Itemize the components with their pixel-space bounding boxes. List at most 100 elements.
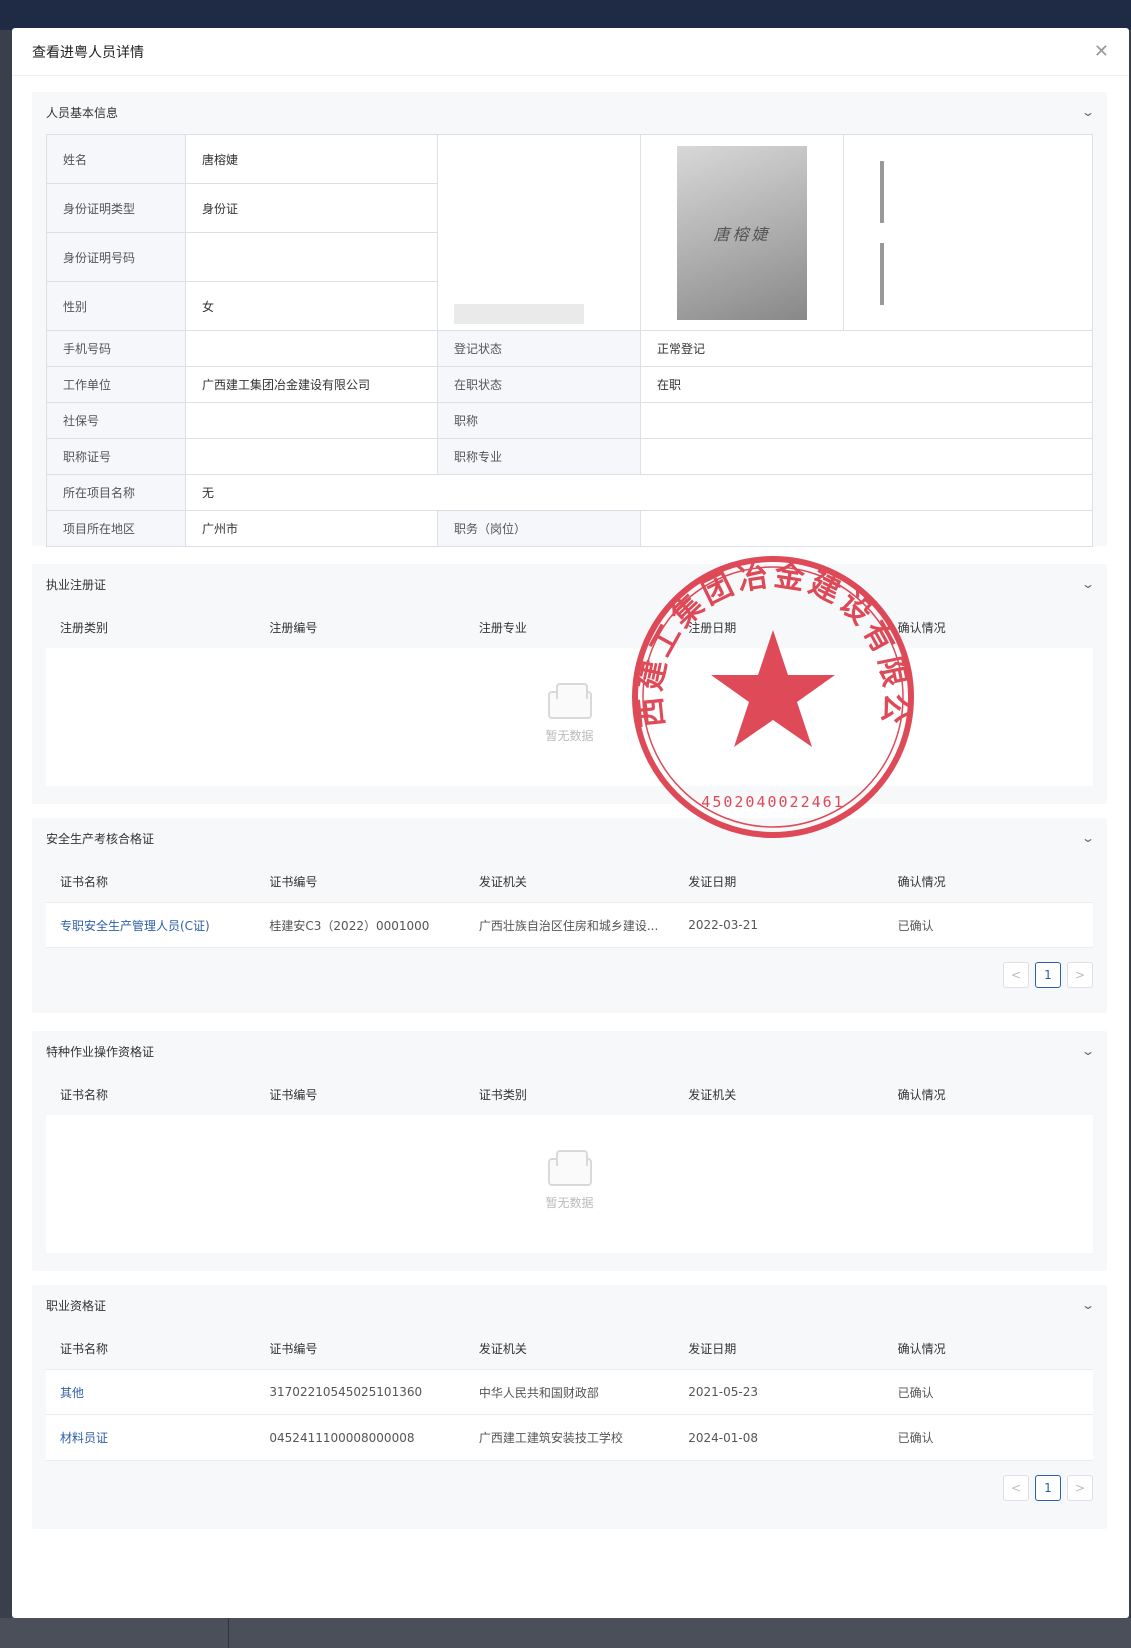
pagination: < 1 > [1003, 1475, 1093, 1501]
column-header: 证书名称 [60, 1087, 109, 1102]
inbox-icon [547, 1149, 592, 1186]
name-label: 姓名 [46, 134, 186, 184]
chevron-down-icon[interactable]: ⌄ [1081, 831, 1095, 845]
reg-status-label: 登记状态 [437, 330, 641, 367]
page-number-button[interactable]: 1 [1035, 1475, 1061, 1501]
idno-value [185, 232, 438, 282]
cert-number: 0452411100008000008 [269, 1430, 415, 1445]
table-row: 材料员证 0452411100008000008 广西建工建筑安装技工学校 20… [46, 1415, 1093, 1461]
name-value: 唐榕婕 [185, 134, 438, 184]
empty-text: 暂无数据 [545, 728, 594, 743]
column-header: 发证日期 [688, 874, 737, 889]
cert-name-link[interactable]: 材料员证 [46, 1429, 255, 1446]
chevron-down-icon[interactable]: ⌄ [1081, 105, 1095, 119]
title-major-value [640, 438, 1093, 475]
title-value [640, 402, 1093, 439]
signature-photo: 唐榕婕 [677, 145, 807, 320]
region-value: 广州市 [185, 510, 438, 547]
chevron-down-icon[interactable]: ⌄ [1081, 1298, 1095, 1312]
cert-number: 桂建安C3（2022）0001000 [269, 918, 430, 933]
column-header: 注册日期 [688, 620, 737, 635]
column-header: 证书名称 [60, 1341, 109, 1356]
cert-name-link[interactable]: 其他 [46, 1384, 255, 1401]
empty-text: 暂无数据 [545, 1195, 594, 1210]
redacted-block [454, 304, 584, 324]
special-cert-header[interactable]: 特种作业操作资格证 ⌄ [32, 1031, 1107, 1071]
section-title: 人员基本信息 [46, 105, 119, 120]
idtype-label: 身份证明类型 [46, 183, 186, 233]
basic-info-section: 人员基本信息 ⌄ 姓名 唐榕婕 唐榕婕 身份证明类型 身份证 身份证明号码 性别… [32, 92, 1107, 547]
title-major-label: 职称专业 [437, 438, 641, 475]
professional-table-header: 证书名称 证书编号 发证机关 发证日期 确认情况 [46, 1327, 1093, 1369]
registration-section: 执业注册证 ⌄ 注册类别 注册编号 注册专业 注册日期 确认情况 暂无数据 [32, 564, 1107, 804]
title-label: 职称 [437, 402, 641, 439]
id-photo-cell: 唐榕婕 [640, 134, 844, 331]
idno-label: 身份证明号码 [46, 232, 186, 282]
idtype-value: 身份证 [185, 183, 438, 233]
person-detail-modal: 查看进粤人员详情 ✕ 人员基本信息 ⌄ 姓名 唐榕婕 唐榕婕 身份证明类型 身份… [12, 28, 1129, 1618]
special-cert-section: 特种作业操作资格证 ⌄ 证书名称 证书编号 证书类别 发证机关 确认情况 暂无数… [32, 1031, 1107, 1271]
special-table-header: 证书名称 证书编号 证书类别 发证机关 确认情况 [46, 1073, 1093, 1115]
cert-issuer: 中华人民共和国财政部 [478, 1385, 599, 1400]
column-header: 证书编号 [269, 1341, 318, 1356]
cert-issuer: 广西壮族自治区住房和城乡建设... [478, 918, 659, 933]
cert-name-link[interactable]: 专职安全生产管理人员(C证) [46, 917, 255, 934]
reg-status-value: 正常登记 [640, 330, 1093, 367]
region-label: 项目所在地区 [46, 510, 186, 547]
professional-cert-header[interactable]: 职业资格证 ⌄ [32, 1285, 1107, 1325]
job-status-label: 在职状态 [437, 366, 641, 403]
table-row: 专职安全生产管理人员(C证) 桂建安C3（2022）0001000 广西壮族自治… [46, 902, 1093, 948]
extra-photo-cell [843, 134, 1093, 331]
project-label: 所在项目名称 [46, 474, 186, 511]
column-header: 确认情况 [897, 1087, 946, 1102]
gender-label: 性别 [46, 281, 186, 331]
section-title: 执业注册证 [46, 577, 107, 592]
registration-header[interactable]: 执业注册证 ⌄ [32, 564, 1107, 604]
prev-page-button[interactable]: < [1003, 962, 1029, 988]
background-page-header [0, 0, 1131, 30]
column-header: 发证机关 [478, 874, 527, 889]
chevron-down-icon[interactable]: ⌄ [1081, 1044, 1095, 1058]
column-header: 证书类别 [478, 1087, 527, 1102]
empty-state: 暂无数据 [46, 1115, 1093, 1253]
background-page-footer [0, 1618, 1131, 1648]
chevron-down-icon[interactable]: ⌄ [1081, 577, 1095, 591]
column-header: 注册编号 [269, 620, 318, 635]
project-value: 无 [185, 474, 1093, 511]
photo-placeholder [860, 160, 1076, 305]
professional-cert-section: 职业资格证 ⌄ 证书名称 证书编号 发证机关 发证日期 确认情况 其他 3170… [32, 1285, 1107, 1529]
section-title: 职业资格证 [46, 1298, 107, 1313]
modal-title: 查看进粤人员详情 [32, 44, 144, 61]
gender-value: 女 [185, 281, 438, 331]
column-header: 注册专业 [478, 620, 527, 635]
title-cert-label: 职称证号 [46, 438, 186, 475]
cert-date: 2024-01-08 [688, 1430, 758, 1445]
column-header: 确认情况 [897, 874, 946, 889]
registration-table-header: 注册类别 注册编号 注册专业 注册日期 确认情况 [46, 606, 1093, 648]
cert-confirm: 已确认 [897, 1431, 934, 1445]
table-row: 其他 31702210545025101360 中华人民共和国财政部 2021-… [46, 1369, 1093, 1415]
cert-date: 2022-03-21 [688, 918, 758, 932]
employer-value: 广西建工集团冶金建设有限公司 [185, 366, 438, 403]
cert-confirm: 已确认 [897, 918, 934, 933]
safety-cert-header[interactable]: 安全生产考核合格证 ⌄ [32, 818, 1107, 858]
title-cert-value [185, 438, 438, 475]
background-divider [228, 1618, 229, 1648]
close-icon[interactable]: ✕ [1094, 41, 1109, 62]
column-header: 注册类别 [60, 620, 109, 635]
page-number-button[interactable]: 1 [1035, 962, 1061, 988]
section-title: 安全生产考核合格证 [46, 831, 155, 846]
prev-page-button[interactable]: < [1003, 1475, 1029, 1501]
phone-label: 手机号码 [46, 330, 186, 367]
next-page-button[interactable]: > [1067, 962, 1093, 988]
phone-value [185, 330, 438, 367]
next-page-button[interactable]: > [1067, 1475, 1093, 1501]
column-header: 发证机关 [688, 1087, 737, 1102]
pagination: < 1 > [1003, 962, 1093, 988]
position-value [640, 510, 1093, 547]
basic-info-header[interactable]: 人员基本信息 ⌄ [32, 92, 1107, 132]
cert-confirm: 已确认 [897, 1385, 934, 1400]
column-header: 确认情况 [897, 1341, 946, 1356]
cert-number: 31702210545025101360 [269, 1385, 423, 1399]
safety-cert-section: 安全生产考核合格证 ⌄ 证书名称 证书编号 发证机关 发证日期 确认情况 专职安… [32, 818, 1107, 1013]
